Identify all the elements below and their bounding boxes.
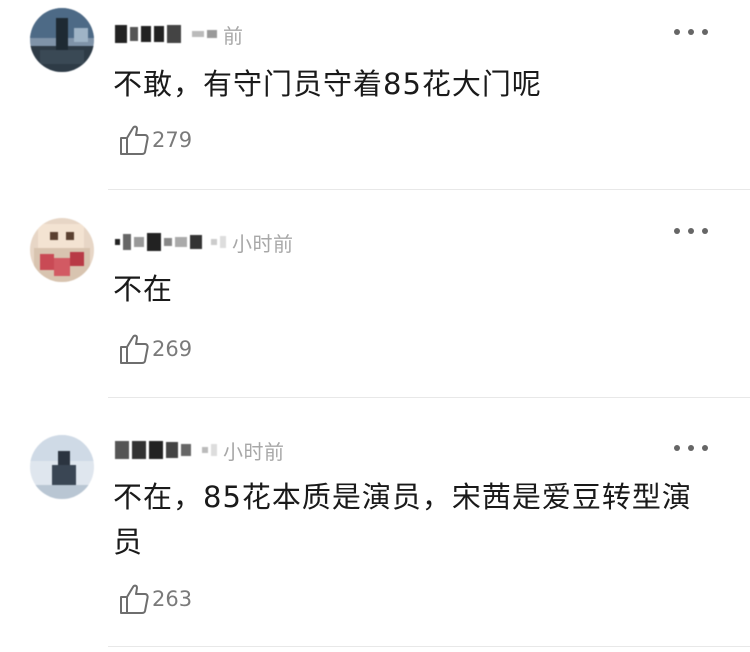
more-dots-icon[interactable] <box>674 443 708 453</box>
like-button[interactable]: 269 <box>118 329 192 369</box>
like-button[interactable]: 279 <box>118 120 192 160</box>
divider <box>108 646 750 647</box>
comment-text: 不在，85花本质是演员，宋茜是爱豆转型演员 <box>113 480 692 559</box>
more-dots-icon[interactable] <box>674 27 708 37</box>
comment-item: 小时前 不在 269 <box>0 191 750 398</box>
avatar[interactable] <box>30 435 94 499</box>
comment-time: 小时前 <box>223 439 285 464</box>
comment-text: 不在 <box>113 272 174 306</box>
username-blurred <box>115 233 226 251</box>
like-count: 279 <box>152 128 193 152</box>
avatar[interactable] <box>30 218 94 282</box>
comment-text: 不敢，有守门员守着85花大门呢 <box>113 67 542 101</box>
like-button[interactable]: 263 <box>118 579 192 619</box>
username[interactable]: 小时前 <box>115 436 285 464</box>
thumbs-up-icon <box>120 125 149 155</box>
like-count: 269 <box>152 337 193 361</box>
divider <box>108 397 750 398</box>
more-dots-icon[interactable] <box>674 226 708 236</box>
username-blurred <box>115 25 217 43</box>
username-blurred <box>115 441 217 459</box>
username[interactable]: 小时前 <box>115 228 294 256</box>
comment-item: 小时前 不在，85花本质是演员，宋茜是爱豆转型演员 263 <box>0 399 750 652</box>
like-count: 263 <box>152 587 193 611</box>
comment-time: 小时前 <box>232 231 294 256</box>
comment-time: 前 <box>223 23 244 48</box>
avatar[interactable] <box>30 8 94 72</box>
thumbs-up-icon <box>120 584 149 614</box>
comment-item: 前 不敢，有守门员守着85花大门呢 279 <box>0 0 750 190</box>
thumbs-up-icon <box>120 334 149 364</box>
divider <box>108 189 750 190</box>
username[interactable]: 前 <box>115 20 244 48</box>
